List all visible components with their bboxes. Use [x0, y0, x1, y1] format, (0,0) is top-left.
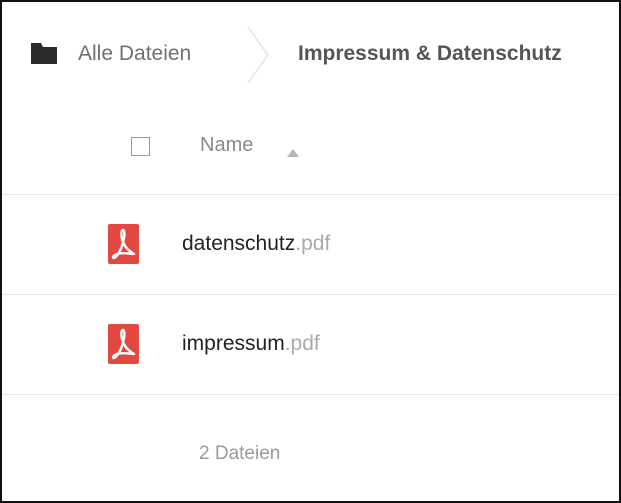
chevron-right-icon: [246, 26, 270, 84]
file-name-link[interactable]: impressum.pdf: [182, 332, 320, 356]
file-name-link[interactable]: datenschutz.pdf: [182, 232, 330, 256]
sort-ascending-icon[interactable]: [287, 144, 299, 157]
file-extension: .pdf: [284, 332, 320, 355]
file-extension: .pdf: [295, 232, 331, 255]
file-count-summary: 2 Dateien: [199, 443, 281, 464]
files-app-frame: Alle Dateien Impressum & Datenschutz Nam…: [0, 0, 621, 503]
pdf-icon: [108, 224, 139, 264]
breadcrumb-root-link[interactable]: Alle Dateien: [78, 42, 191, 66]
breadcrumb-current-folder[interactable]: Impressum & Datenschutz: [298, 42, 562, 66]
file-basename: impressum: [182, 332, 285, 355]
select-all-checkbox[interactable]: [131, 137, 150, 156]
file-list-header: Name: [2, 108, 619, 195]
name-column-header[interactable]: Name: [200, 134, 253, 157]
file-row[interactable]: datenschutz.pdf: [2, 195, 619, 295]
file-basename: datenschutz: [182, 232, 296, 255]
breadcrumb: Alle Dateien Impressum & Datenschutz: [2, 2, 619, 108]
file-row[interactable]: impressum.pdf: [2, 295, 619, 395]
pdf-icon: [108, 324, 139, 364]
folder-icon[interactable]: [31, 43, 57, 64]
